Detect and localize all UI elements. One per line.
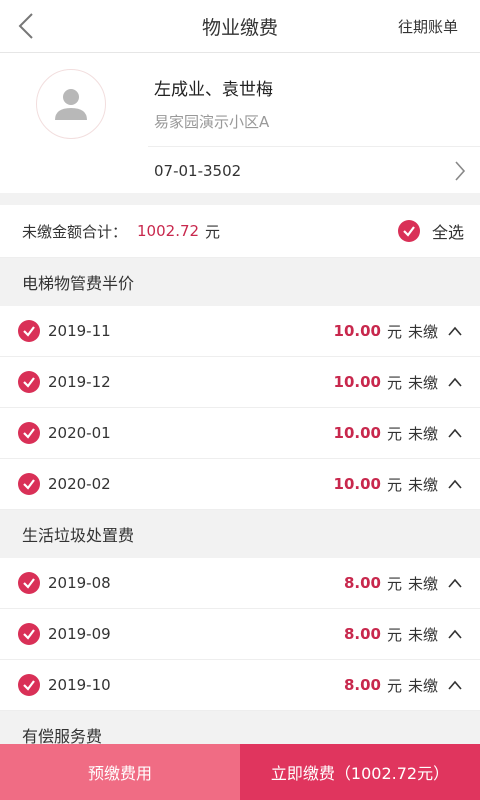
fee-status: 未缴 <box>407 322 438 341</box>
fee-period: 2019-11 <box>48 322 111 340</box>
fee-unit: 元 <box>386 625 402 644</box>
owner-names: 左成业、袁世梅 <box>154 80 273 100</box>
fee-status: 未缴 <box>407 373 438 392</box>
check-circle-icon <box>397 220 420 242</box>
community-name: 易家园演示小区A <box>154 113 270 131</box>
fee-status: 未缴 <box>407 676 438 695</box>
avatar <box>36 69 106 139</box>
user-icon <box>55 89 87 120</box>
chevron-up-icon[interactable] <box>448 477 462 491</box>
unpaid-total-unit: 元 <box>205 222 221 241</box>
fee-period: 2019-09 <box>48 625 111 643</box>
room-number: 07-01-3502 <box>154 161 242 180</box>
room-selector[interactable]: 07-01-3502 <box>148 146 480 194</box>
fee-unit: 元 <box>386 574 402 593</box>
check-circle-icon[interactable] <box>18 473 40 495</box>
fee-row[interactable]: 2019-12 10.00 元未缴 <box>0 357 480 408</box>
back-button[interactable] <box>0 0 52 52</box>
fee-period: 2019-10 <box>48 676 111 694</box>
chevron-up-icon[interactable] <box>448 426 462 440</box>
chevron-up-icon[interactable] <box>448 576 462 590</box>
fee-unit: 元 <box>386 676 402 695</box>
chevron-up-icon[interactable] <box>448 627 462 641</box>
check-circle-icon[interactable] <box>18 320 40 342</box>
fee-period: 2019-08 <box>48 574 111 592</box>
fee-amount: 10.00 <box>333 373 381 391</box>
fee-period: 2020-02 <box>48 475 111 493</box>
fee-amount: 10.00 <box>333 424 381 442</box>
unpaid-summary: 未缴金额合计： 1002.72 元 全选 <box>0 205 480 258</box>
unpaid-total-amount: 1002.72 <box>137 222 200 240</box>
check-circle-icon[interactable] <box>18 623 40 645</box>
check-circle-icon[interactable] <box>18 371 40 393</box>
history-bills-link[interactable]: 往期账单 <box>398 16 480 37</box>
chevron-right-icon <box>454 160 480 182</box>
select-all-toggle[interactable]: 全选 <box>397 219 480 243</box>
fee-unit: 元 <box>386 322 402 341</box>
fee-row[interactable]: 2019-10 8.00 元未缴 <box>0 660 480 711</box>
chevron-up-icon[interactable] <box>448 324 462 338</box>
fee-period: 2019-12 <box>48 373 111 391</box>
fee-row[interactable]: 2020-01 10.00 元未缴 <box>0 408 480 459</box>
prepay-button[interactable]: 预缴费用 <box>0 744 240 800</box>
fee-amount: 10.00 <box>333 475 381 493</box>
check-circle-icon[interactable] <box>18 674 40 696</box>
section-title: 电梯物管费半价 <box>0 258 480 306</box>
check-circle-icon[interactable] <box>18 572 40 594</box>
fee-amount: 8.00 <box>343 574 381 592</box>
fee-row[interactable]: 2019-11 10.00 元未缴 <box>0 306 480 357</box>
fee-status: 未缴 <box>407 424 438 443</box>
fee-row[interactable]: 2020-02 10.00 元未缴 <box>0 459 480 510</box>
nav-bar: 物业缴费 往期账单 <box>0 0 480 53</box>
chevron-up-icon[interactable] <box>448 375 462 389</box>
fee-status: 未缴 <box>407 574 438 593</box>
fee-status: 未缴 <box>407 475 438 494</box>
pay-now-button[interactable]: 立即缴费（1002.72元） <box>240 744 480 800</box>
section-title: 生活垃圾处置费 <box>0 510 480 558</box>
select-all-label: 全选 <box>431 223 464 242</box>
fee-row[interactable]: 2019-09 8.00 元未缴 <box>0 609 480 660</box>
fee-unit: 元 <box>386 475 402 494</box>
chevron-left-icon <box>18 13 33 39</box>
fee-amount: 8.00 <box>343 625 381 643</box>
check-circle-icon[interactable] <box>18 422 40 444</box>
fee-period: 2020-01 <box>48 424 111 442</box>
fee-row[interactable]: 2019-08 8.00 元未缴 <box>0 558 480 609</box>
chevron-up-icon[interactable] <box>448 678 462 692</box>
profile-card: 左成业、袁世梅 易家园演示小区A 07-01-3502 <box>0 53 480 193</box>
bottom-bar: 预缴费用 立即缴费（1002.72元） <box>0 744 480 800</box>
fee-sections: 电梯物管费半价 2019-11 10.00 元未缴 2019-12 10.00 元未缴 202… <box>0 258 480 759</box>
fee-amount: 10.00 <box>333 322 381 340</box>
unpaid-total-label: 未缴金额合计： <box>22 222 128 241</box>
fee-status: 未缴 <box>407 625 438 644</box>
fee-amount: 8.00 <box>343 676 381 694</box>
fee-unit: 元 <box>386 373 402 392</box>
fee-unit: 元 <box>386 424 402 443</box>
